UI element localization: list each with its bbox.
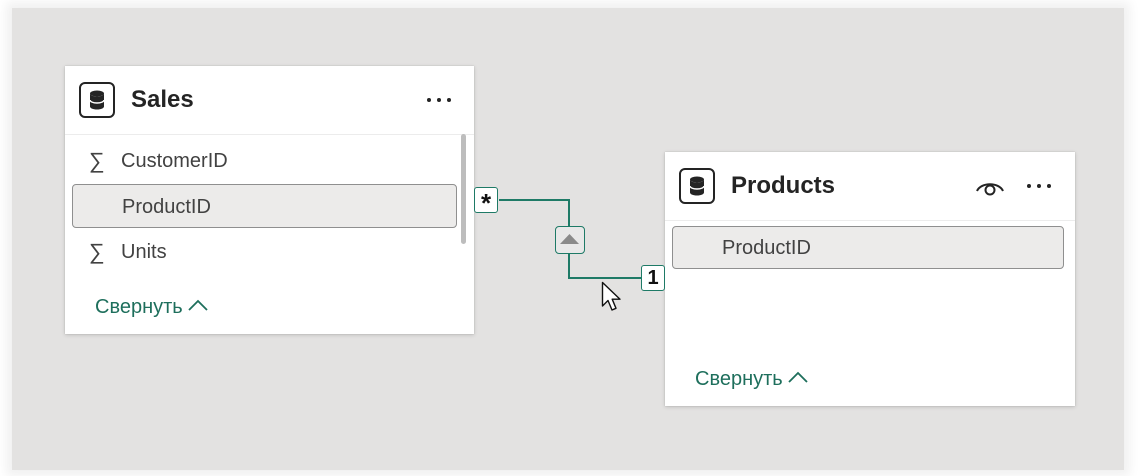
field-row[interactable]: ∑ Units — [65, 231, 474, 273]
sales-table-header[interactable]: Sales — [65, 66, 474, 135]
chevron-up-icon — [188, 299, 208, 311]
field-row-selected[interactable]: ProductID — [672, 226, 1064, 269]
field-row-selected[interactable]: ProductID — [72, 184, 457, 228]
cross-filter-direction-icon[interactable] — [555, 226, 585, 254]
mouse-cursor-icon — [601, 281, 621, 311]
field-name: ProductID — [722, 237, 811, 259]
table-title: Products — [731, 172, 836, 199]
sigma-icon: ∑ — [89, 239, 105, 264]
visibility-eye-icon[interactable] — [974, 174, 1006, 198]
field-name: Units — [121, 241, 167, 263]
field-name: ProductID — [122, 196, 211, 218]
table-title: Sales — [131, 86, 194, 113]
cardinality-one-marker[interactable]: 1 — [641, 265, 665, 291]
field-row[interactable]: ∑ CustomerID — [65, 140, 474, 182]
cardinality-many-marker[interactable]: * — [474, 187, 498, 218]
collapse-label: Свернуть — [695, 368, 783, 390]
sigma-icon: ∑ — [89, 148, 105, 173]
scrollbar[interactable] — [461, 134, 466, 244]
chevron-up-icon — [788, 371, 808, 383]
more-options-button[interactable] — [1022, 174, 1056, 198]
table-icon — [679, 168, 715, 204]
collapse-link[interactable]: Свернуть — [695, 366, 809, 392]
products-table-header[interactable]: Products — [665, 152, 1075, 221]
sales-table-card[interactable]: Sales ∑ CustomerID ProductID ∑ Units Све… — [65, 66, 474, 334]
field-name: CustomerID — [121, 150, 228, 172]
collapse-label: Свернуть — [95, 296, 183, 318]
products-table-card[interactable]: Products ProductID Свернуть — [665, 152, 1075, 406]
collapse-link[interactable]: Свернуть — [95, 294, 209, 320]
more-options-button[interactable] — [422, 88, 456, 112]
table-icon — [79, 82, 115, 118]
